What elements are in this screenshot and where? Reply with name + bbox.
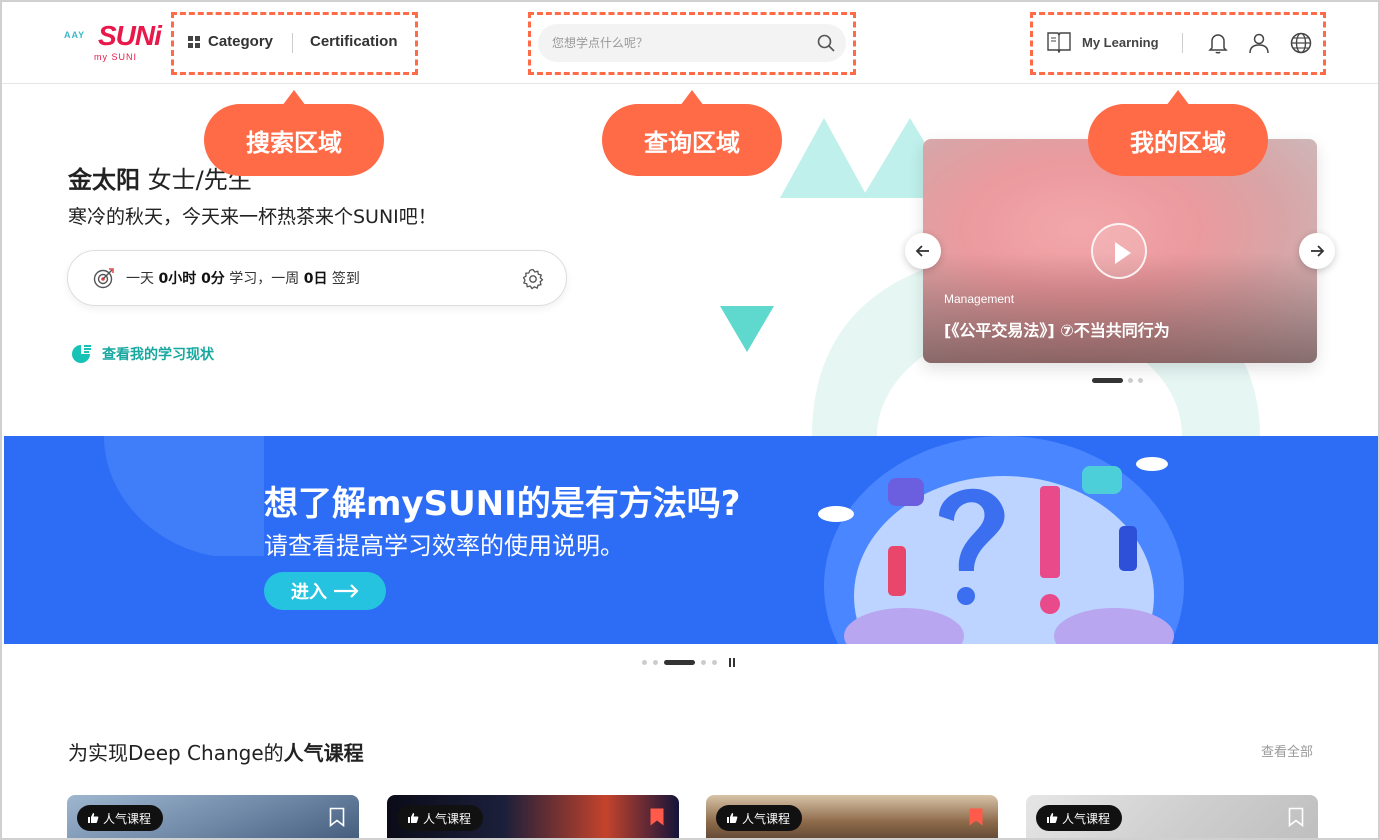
callout-query-area: 查询区域 (602, 90, 782, 176)
learning-stats-card: 一天 0小时 0分 学习，一周 0日 签到 (67, 250, 567, 306)
enter-button[interactable]: 进入 (264, 572, 386, 610)
banner-illustration (104, 436, 1184, 644)
featured-pagination (1092, 378, 1143, 383)
prev-slide-button[interactable] (905, 233, 941, 269)
next-slide-button[interactable] (1299, 233, 1335, 269)
search-input[interactable] (538, 24, 846, 62)
status-link-label: 查看我的学习现状 (102, 347, 214, 363)
category-menu[interactable]: Category (188, 33, 273, 50)
certification-menu[interactable]: Certification (310, 33, 398, 50)
banner-title: 想了解mySUNI的是有方法吗? (264, 484, 741, 524)
chart-pie-icon (72, 345, 91, 363)
page-frame: AAY SUNi my SUNI Category Certification … (0, 0, 1380, 840)
mine-divider (1182, 33, 1183, 53)
featured-title: [《公平交易法》] ⑦不当共同行为 (944, 321, 1170, 340)
pagination-dot[interactable] (1138, 378, 1143, 383)
pagination-dot-active[interactable] (1092, 378, 1123, 383)
arrow-left-icon (915, 245, 929, 257)
arrow-right-icon (334, 584, 359, 598)
logo-people-mark: AAY (64, 30, 86, 40)
pagination-dot[interactable] (1128, 378, 1133, 383)
nav-divider (292, 33, 293, 53)
stats-days: 0日 (303, 271, 328, 287)
play-icon[interactable] (1091, 223, 1147, 279)
logo-brand: SUNi (98, 20, 162, 51)
globe-icon[interactable] (1289, 31, 1313, 55)
stats-text-1: 一天 (126, 271, 159, 287)
my-learning-button[interactable]: My Learning (1046, 31, 1159, 53)
stats-text-2: 学习，一周 (224, 271, 304, 287)
user-name: 金太阳 (68, 166, 140, 194)
callout-search-area: 搜索区域 (204, 90, 384, 176)
featured-category: Management (944, 292, 1015, 306)
enter-label: 进入 (291, 582, 327, 603)
search-icon[interactable] (816, 33, 836, 53)
my-learning-label: My Learning (1082, 34, 1159, 50)
banner-subtitle: 请查看提高学习效率的使用说明。 (264, 532, 624, 560)
my-learning-status-link[interactable]: 查看我的学习现状 (70, 342, 214, 366)
callout-my-area: 我的区域 (1088, 90, 1268, 176)
bell-icon[interactable] (1206, 31, 1230, 55)
top-header: AAY SUNi my SUNI Category Certification … (2, 2, 1378, 84)
book-icon (1047, 32, 1071, 53)
arrow-right-icon (1311, 245, 1325, 257)
target-icon (93, 268, 114, 289)
gear-icon[interactable] (522, 268, 544, 290)
grid-icon (188, 35, 200, 48)
stats-text-3: 签到 (327, 271, 360, 287)
greeting-message: 寒冷的秋天，今天来一杯热茶来个SUNI吧！ (68, 206, 437, 228)
stats-hours: 0小时 0分 (158, 271, 225, 287)
category-label: Category (208, 33, 274, 50)
user-icon[interactable] (1247, 31, 1271, 55)
mysuni-logo[interactable]: AAY SUNi my SUNI (64, 20, 164, 64)
logo-sub: my SUNI (94, 52, 137, 62)
guide-banner[interactable]: 想了解mySUNI的是有方法吗? 请查看提高学习效率的使用说明。 进入 (4, 436, 1378, 644)
